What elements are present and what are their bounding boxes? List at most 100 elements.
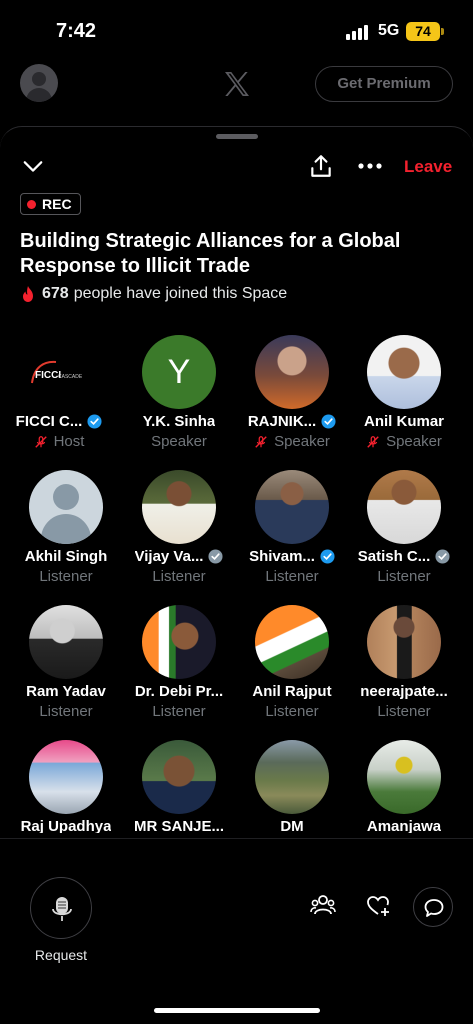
app-header: Get Premium xyxy=(0,56,473,126)
participant-tile[interactable]: neerajpate... Listener xyxy=(345,605,463,740)
participant-name: Amanjawa xyxy=(366,818,442,833)
participant-tile[interactable]: Akhil Singh Listener xyxy=(7,470,125,605)
participant-name: MR SANJE... xyxy=(133,818,224,833)
participant-name: neerajpate... xyxy=(360,683,448,700)
avatar: FICCI CASCADE xyxy=(22,335,96,409)
sheet-grabber[interactable] xyxy=(216,134,258,139)
battery-icon: 74 xyxy=(406,22,440,41)
verified-icon xyxy=(320,549,335,564)
participant-tile[interactable]: Y Y.K. Sinha Speaker xyxy=(120,335,238,470)
flame-icon xyxy=(23,286,33,302)
microphone-icon xyxy=(52,897,72,921)
participant-name: Raj Upadhya xyxy=(20,818,112,833)
space-bottom-bar: Request xyxy=(0,838,473,1024)
leave-button[interactable]: Leave xyxy=(404,157,452,177)
heart-plus-icon[interactable] xyxy=(365,893,391,919)
participant-tile[interactable]: Amanjawa xyxy=(345,740,463,833)
avatar xyxy=(255,740,329,814)
status-bar: 7:42 5G 74 xyxy=(0,0,473,60)
participant-name: Anil Kumar xyxy=(363,413,444,430)
request-button[interactable] xyxy=(30,877,92,939)
mic-off-icon xyxy=(255,435,267,448)
request-label: Request xyxy=(34,947,88,963)
participant-role: Listener xyxy=(39,568,93,585)
signal-icon xyxy=(346,24,372,40)
participant-tile[interactable]: Raj Upadhya xyxy=(7,740,125,833)
avatar xyxy=(367,470,441,544)
participant-name: Akhil Singh xyxy=(24,548,108,565)
participant-name: Anil Rajput xyxy=(252,683,332,700)
participant-role: Listener xyxy=(377,703,431,720)
ficci-logo-sub: CASCADE xyxy=(58,374,83,380)
participant-name: Dr. Debi Pr... xyxy=(134,683,224,700)
ficci-logo-icon: FICCI CASCADE xyxy=(31,360,83,384)
x-logo-icon xyxy=(225,72,249,96)
participant-name: Vijay Va... xyxy=(134,548,204,565)
joined-text: people have joined this Space xyxy=(73,285,288,302)
participant-role: Listener xyxy=(265,568,319,585)
participant-role: Host xyxy=(53,433,85,450)
people-icon[interactable] xyxy=(310,893,336,919)
battery-tip xyxy=(441,28,444,35)
more-options-icon[interactable] xyxy=(356,153,384,179)
participant-role: Listener xyxy=(377,568,431,585)
avatar: Y xyxy=(142,335,216,409)
get-premium-button[interactable]: Get Premium xyxy=(315,66,453,102)
participant-name: RAJNIK... xyxy=(247,413,317,430)
participant-role: Listener xyxy=(265,703,319,720)
chevron-down-icon[interactable] xyxy=(22,155,44,177)
participant-name: Y.K. Sinha xyxy=(142,413,216,430)
home-indicator xyxy=(154,1008,320,1013)
participant-tile[interactable]: Vijay Va... Listener xyxy=(120,470,238,605)
participant-role: Listener xyxy=(152,703,206,720)
rec-dot-icon xyxy=(27,199,36,209)
participant-name: Ram Yadav xyxy=(26,683,106,700)
participant-tile[interactable]: FICCI CASCADE FICCI C... Host xyxy=(0,335,118,470)
network-type: 5G xyxy=(378,22,400,39)
avatar xyxy=(255,605,329,679)
avatar xyxy=(29,740,103,814)
participants-grid: FICCI CASCADE FICCI C... Host Y Y.K. Sin… xyxy=(0,335,473,833)
avatar xyxy=(255,335,329,409)
participant-tile[interactable]: Anil Rajput Listener xyxy=(233,605,351,740)
profile-avatar[interactable] xyxy=(20,64,58,102)
rec-badge: REC xyxy=(20,193,81,215)
participant-name: DM xyxy=(280,818,304,833)
mic-off-icon xyxy=(34,435,47,448)
avatar xyxy=(367,335,441,409)
mic-off-icon xyxy=(367,435,379,448)
participant-role: Listener xyxy=(152,568,206,585)
space-title: Building Strategic Alliances for a Globa… xyxy=(20,230,401,277)
avatar xyxy=(367,740,441,814)
status-time: 7:42 xyxy=(56,20,97,42)
chat-button[interactable] xyxy=(413,887,453,927)
participant-tile[interactable]: Shivam... Listener xyxy=(233,470,351,605)
share-icon[interactable] xyxy=(308,153,334,179)
rec-label: REC xyxy=(42,196,72,212)
avatar xyxy=(29,470,103,544)
participant-tile[interactable]: Satish C... Listener xyxy=(345,470,463,605)
avatar xyxy=(142,470,216,544)
participant-name: Satish C... xyxy=(357,548,431,565)
participant-role: Speaker xyxy=(151,433,207,450)
participant-tile[interactable]: MR SANJE... xyxy=(120,740,238,833)
joined-count: 678 xyxy=(42,285,69,302)
avatar xyxy=(142,605,216,679)
participant-role: Speaker xyxy=(386,433,442,450)
participant-tile[interactable]: RAJNIK... Speaker xyxy=(233,335,351,470)
participant-tile[interactable]: Ram Yadav Listener xyxy=(7,605,125,740)
participant-tile[interactable]: DM xyxy=(233,740,351,833)
verified-icon xyxy=(321,414,336,429)
participant-tile[interactable]: Dr. Debi Pr... Listener xyxy=(120,605,238,740)
chat-bubble-icon xyxy=(424,899,444,917)
participant-name: FICCI C... xyxy=(15,413,83,430)
avatar xyxy=(29,605,103,679)
participant-role: Listener xyxy=(39,703,93,720)
avatar-letter: Y xyxy=(167,352,191,391)
participant-tile[interactable]: Anil Kumar Speaker xyxy=(345,335,463,470)
participant-name: Shivam... xyxy=(249,548,315,565)
verified-icon xyxy=(87,414,102,429)
avatar xyxy=(255,470,329,544)
avatar xyxy=(367,605,441,679)
verified-icon xyxy=(208,549,223,564)
